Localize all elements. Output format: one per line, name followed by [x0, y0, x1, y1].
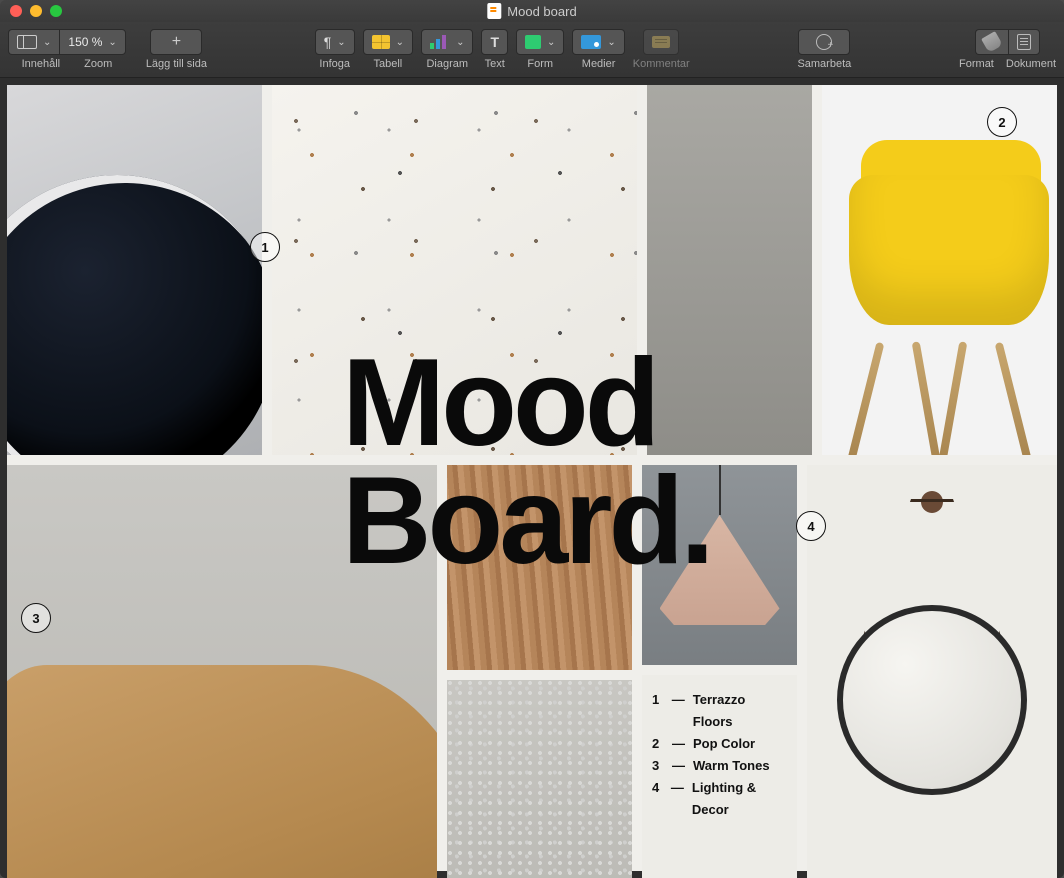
shape-label: Form [527, 58, 553, 70]
window-title: Mood board [487, 3, 576, 19]
document-icon [487, 3, 501, 19]
legend-num: 3 [652, 755, 664, 777]
traffic-lights [10, 5, 62, 17]
bottom-left-group [7, 465, 632, 878]
minimize-window-button[interactable] [30, 5, 42, 17]
collaborate-icon [816, 34, 832, 50]
marker-1[interactable]: 1 [250, 232, 280, 262]
legend-dash: — [672, 755, 685, 777]
legend-text: Pop Color [693, 733, 755, 755]
table-icon [372, 35, 390, 49]
gallery-top-row [7, 85, 1057, 455]
text-icon: T [490, 34, 499, 50]
window-title-text: Mood board [507, 4, 576, 19]
document-button[interactable] [1008, 29, 1040, 55]
close-window-button[interactable] [10, 5, 22, 17]
collaborate-label: Samarbeta [797, 58, 851, 70]
image-leather-sofa[interactable] [7, 465, 437, 878]
layout-icon [17, 35, 37, 49]
brush-icon [981, 31, 1003, 53]
table-button[interactable]: ⌄ [363, 29, 413, 55]
legend-row: 4 — Lighting & Decor [652, 777, 787, 821]
legend-num: 2 [652, 733, 664, 755]
legend-dash: — [672, 733, 685, 755]
view-label: Innehåll [22, 58, 61, 70]
legend-row: 3 — Warm Tones [652, 755, 787, 777]
titlebar: Mood board [0, 0, 1064, 22]
image-pendant-lamp[interactable] [642, 465, 797, 665]
legend-dash: — [671, 777, 684, 821]
bottom-mid-group: 1 — Terrazzo Floors 2 — Pop Color 3 — [642, 465, 797, 878]
table-label: Tabell [373, 58, 402, 70]
chevron-down-icon: ⌄ [547, 37, 555, 48]
document-page[interactable]: 1 — Terrazzo Floors 2 — Pop Color 3 — [7, 85, 1057, 871]
image-round-mirror[interactable] [807, 465, 1057, 878]
add-page-group: + Lägg till sida [146, 22, 207, 77]
canvas[interactable]: 1 — Terrazzo Floors 2 — Pop Color 3 — [0, 78, 1064, 878]
legend-text: Terrazzo Floors [693, 689, 787, 733]
legend-dash: — [672, 689, 685, 733]
collaborate-button[interactable] [798, 29, 850, 55]
zoom-value: 150 % [68, 35, 102, 49]
fullscreen-window-button[interactable] [50, 5, 62, 17]
chart-icon [430, 35, 450, 49]
image-yellow-chair[interactable] [822, 85, 1057, 455]
media-label: Medier [582, 58, 616, 70]
gallery-bottom-row: 1 — Terrazzo Floors 2 — Pop Color 3 — [7, 465, 1057, 878]
chair-seat-shape [849, 175, 1049, 325]
chevron-down-icon: ⌄ [337, 37, 345, 48]
legend-num: 4 [652, 777, 663, 821]
legend-num: 1 [652, 689, 664, 733]
view-group: ⌄ 150 % ⌄ Innehåll Zoom [8, 22, 126, 77]
comment-icon [652, 36, 670, 48]
shape-button[interactable]: ⌄ [516, 29, 564, 55]
add-page-label: Lägg till sida [146, 58, 207, 70]
shape-icon [525, 35, 541, 49]
image-terrazzo[interactable] [272, 85, 637, 455]
document-label: Dokument [1006, 58, 1056, 70]
image-concrete[interactable] [647, 85, 812, 455]
legend-row: 1 — Terrazzo Floors [652, 689, 787, 733]
insert-button[interactable]: ¶ ⌄ [315, 29, 355, 55]
insert-label: Infoga [319, 58, 350, 70]
chart-label: Diagram [426, 58, 468, 70]
app-window: Mood board ⌄ 150 % ⌄ Innehåll Zoom [0, 0, 1064, 878]
chevron-down-icon: ⌄ [607, 37, 615, 48]
legend-text: Lighting & Decor [692, 777, 787, 821]
comment-button[interactable] [643, 29, 679, 55]
marker-2[interactable]: 2 [987, 107, 1017, 137]
chevron-down-icon: ⌄ [43, 37, 51, 48]
text-label: Text [485, 58, 505, 70]
pilcrow-icon: ¶ [324, 34, 332, 50]
zoom-button[interactable]: 150 % ⌄ [59, 29, 125, 55]
media-button[interactable]: ⌄ [572, 29, 624, 55]
image-chair-dark[interactable] [7, 85, 262, 455]
comment-label: Kommentar [633, 58, 690, 70]
chart-button[interactable]: ⌄ [421, 29, 473, 55]
mirror-circle [837, 605, 1027, 795]
view-button[interactable]: ⌄ [8, 29, 59, 55]
legend-panel[interactable]: 1 — Terrazzo Floors 2 — Pop Color 3 — [642, 675, 797, 878]
plus-icon: + [172, 33, 181, 51]
image-wood[interactable] [447, 465, 632, 670]
legend-text: Warm Tones [693, 755, 770, 777]
text-button[interactable]: T [481, 29, 508, 55]
marker-3[interactable]: 3 [21, 603, 51, 633]
add-page-button[interactable]: + [150, 29, 202, 55]
chevron-down-icon: ⌄ [396, 37, 404, 48]
chevron-down-icon: ⌄ [456, 37, 464, 48]
format-button[interactable] [975, 29, 1008, 55]
legend-row: 2 — Pop Color [652, 733, 787, 755]
marker-4[interactable]: 4 [796, 511, 826, 541]
format-label: Format [959, 58, 994, 70]
toolbar: ⌄ 150 % ⌄ Innehåll Zoom + Lägg till sida [0, 22, 1064, 78]
document-panel-icon [1017, 34, 1031, 50]
chevron-down-icon: ⌄ [108, 37, 116, 48]
media-icon [581, 35, 601, 49]
image-fur[interactable] [447, 680, 632, 878]
zoom-label: Zoom [84, 58, 112, 70]
